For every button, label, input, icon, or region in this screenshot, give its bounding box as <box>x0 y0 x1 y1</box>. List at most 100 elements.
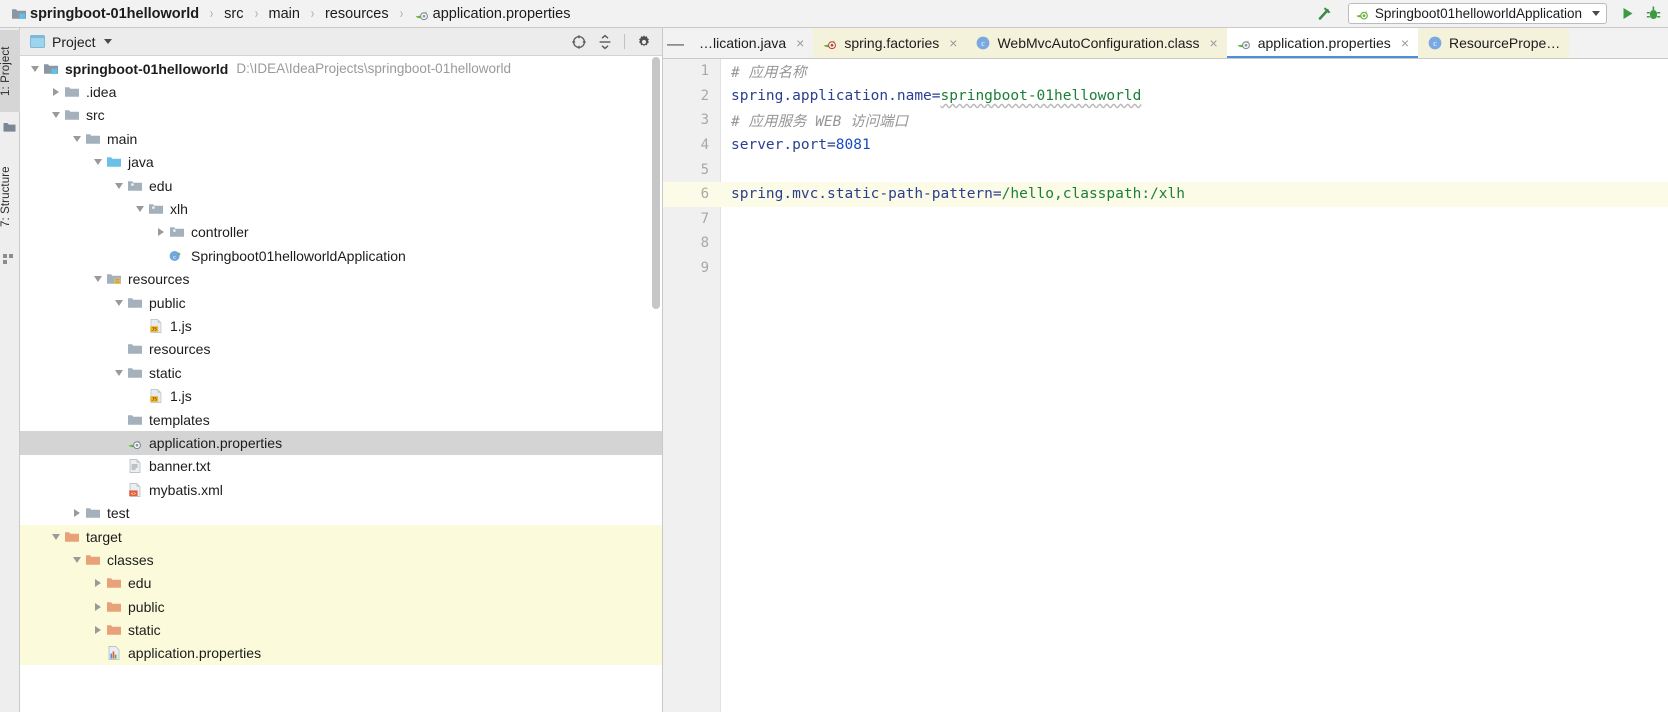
close-icon[interactable]: × <box>1401 36 1409 50</box>
tree-node-src[interactable]: src <box>20 104 662 127</box>
editor-tab-spring-factories[interactable]: spring.factories × <box>813 28 967 58</box>
class-icon: c <box>975 35 991 51</box>
code-token: 8081 <box>835 137 871 154</box>
editor-tab-webmvcautoconfiguration-class[interactable]: c WebMvcAutoConfiguration.class × <box>966 28 1227 58</box>
tree-node-resources[interactable]: resources <box>20 338 662 361</box>
close-icon[interactable]: × <box>1210 36 1218 50</box>
chevron-down-icon[interactable] <box>49 109 62 122</box>
package-icon <box>127 178 144 194</box>
tree-node-1-js[interactable]: JS 1.js <box>20 384 662 407</box>
minimize-icon[interactable]: — <box>667 35 684 52</box>
chevron-down-icon[interactable] <box>91 273 104 286</box>
editor-tab-resourceprope-[interactable]: c ResourcePrope… <box>1418 28 1570 58</box>
tree-node-java[interactable]: java <box>20 151 662 174</box>
svg-text:JS: JS <box>151 397 157 403</box>
editor-tab--lication-java[interactable]: …lication.java × <box>690 28 814 58</box>
chevron-right-icon[interactable] <box>49 86 62 99</box>
chevron-right-icon[interactable] <box>154 226 167 239</box>
locate-target-icon[interactable] <box>567 30 591 54</box>
chevron-right-icon[interactable] <box>70 507 83 520</box>
tree-node-application-properties[interactable]: application.properties <box>20 641 662 666</box>
chevron-down-icon[interactable] <box>1592 11 1600 16</box>
tree-node-static[interactable]: static <box>20 618 662 642</box>
code-line[interactable]: 3 # 应用服务 WEB 访问端口 <box>663 108 1668 133</box>
chevron-down-icon[interactable] <box>112 296 125 309</box>
tree-node-1-js[interactable]: JS 1.js <box>20 314 662 337</box>
tree-node-banner-txt[interactable]: banner.txt <box>20 455 662 478</box>
line-number: 7 <box>700 210 709 227</box>
debug-bug-icon[interactable] <box>1640 1 1666 27</box>
xml-file-icon: <> <box>127 482 144 498</box>
tree-node-controller[interactable]: controller <box>20 221 662 244</box>
chevron-down-icon[interactable] <box>103 39 112 44</box>
editor-tabbar-lead: — <box>663 28 690 58</box>
chevron-down-icon[interactable] <box>112 179 125 192</box>
chevron-down-icon[interactable] <box>91 156 104 169</box>
left-tool-strip: 1: Project 7: Structure <box>0 28 20 712</box>
tree-node-xlh[interactable]: xlh <box>20 197 662 220</box>
tree-node-resources[interactable]: resources <box>20 268 662 291</box>
breadcrumb-item-src[interactable]: src <box>221 0 246 27</box>
code-line[interactable]: 6 spring.mvc.static-path-pattern=/hello,c… <box>663 181 1668 207</box>
package-icon <box>148 201 165 217</box>
hammer-icon[interactable] <box>1312 1 1338 27</box>
tree-node-main[interactable]: main <box>20 127 662 150</box>
tree-node-templates[interactable]: templates <box>20 408 662 431</box>
breadcrumb-item-resources[interactable]: resources <box>322 0 392 27</box>
tree-node-springboot01helloworldapplication[interactable]: c Springboot01helloworldApplication <box>20 244 662 267</box>
chevron-right-icon[interactable] <box>91 624 104 637</box>
tree-node-static[interactable]: static <box>20 361 662 384</box>
chevron-down-icon[interactable] <box>133 203 146 216</box>
tree-node-target[interactable]: target <box>20 524 662 549</box>
tree-node-application-properties[interactable]: application.properties <box>20 431 662 455</box>
code-line[interactable]: 4 server.port=8081 <box>663 133 1668 158</box>
breadcrumb-item-springboot-01helloworld[interactable]: springboot-01helloworld <box>8 0 202 27</box>
tree-node-label: resources <box>149 341 211 358</box>
tree-node-classes[interactable]: classes <box>20 548 662 572</box>
breadcrumb-item-application-properties[interactable]: application.properties <box>411 0 574 27</box>
collapse-all-icon[interactable] <box>593 30 617 54</box>
tree-node-edu[interactable]: edu <box>20 571 662 595</box>
breadcrumb-label: src <box>224 5 244 22</box>
run-play-icon[interactable] <box>1614 1 1640 27</box>
chevron-right-icon[interactable] <box>91 577 104 590</box>
spring-icon <box>822 35 838 51</box>
tool-window-tab-project[interactable]: 1: Project <box>0 30 20 112</box>
tree-node-edu[interactable]: edu <box>20 174 662 197</box>
tree-node--idea[interactable]: .idea <box>20 80 662 103</box>
chevron-down-icon[interactable] <box>28 62 41 75</box>
breadcrumb-separator: › <box>310 5 315 22</box>
project-panel-header: Project <box>20 28 662 56</box>
chevron-down-icon[interactable] <box>112 366 125 379</box>
run-configuration-selector[interactable]: Springboot01helloworldApplication <box>1347 3 1607 24</box>
close-icon[interactable]: × <box>796 36 804 50</box>
project-tree[interactable]: springboot-01helloworld D:\IDEA\IdeaProje… <box>20 57 662 712</box>
chevron-right-icon[interactable] <box>91 600 104 613</box>
chevron-down-icon[interactable] <box>70 553 83 566</box>
tree-node-test[interactable]: test <box>20 501 662 524</box>
tool-window-tab-structure[interactable]: 7: Structure <box>0 148 20 246</box>
project-panel-scrollbar[interactable] <box>652 57 660 309</box>
code-editor[interactable]: 1 # 应用名称 2 spring.application.name=springbo… <box>663 59 1668 712</box>
chevron-down-icon[interactable] <box>70 132 83 145</box>
code-line[interactable]: 9 <box>663 256 1668 281</box>
tree-node-public[interactable]: public <box>20 291 662 314</box>
top-toolbar: springboot-01helloworld › src › main › resourc… <box>0 0 1668 28</box>
gear-icon[interactable] <box>632 30 656 54</box>
toolbar-right-group: Springboot01helloworldApplication <box>1312 0 1668 27</box>
tree-node-public[interactable]: public <box>20 594 662 619</box>
editor-tab-application-properties[interactable]: application.properties × <box>1226 28 1419 58</box>
code-line[interactable]: 8 <box>663 231 1668 256</box>
line-number: 6 <box>700 186 709 203</box>
code-line[interactable]: 1 # 应用名称 <box>663 59 1668 84</box>
code-line[interactable]: 7 <box>663 207 1668 232</box>
code-line[interactable]: 2 spring.application.name=springboot-01he… <box>663 84 1668 109</box>
breadcrumb-item-main[interactable]: main <box>266 0 303 27</box>
chevron-down-icon[interactable] <box>49 530 62 543</box>
tree-node-springboot-01helloworld[interactable]: springboot-01helloworld D:\IDEA\IdeaProje… <box>20 57 662 80</box>
tree-node-mybatis-xml[interactable]: <> mybatis.xml <box>20 478 662 501</box>
svg-text:JS: JS <box>151 327 157 333</box>
close-icon[interactable]: × <box>949 36 957 50</box>
code-line[interactable]: 5 <box>663 157 1668 182</box>
